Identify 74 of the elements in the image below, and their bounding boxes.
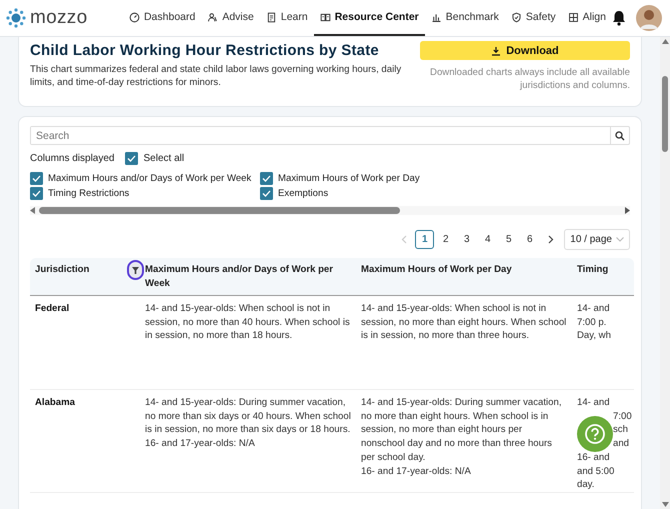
scroll-up-icon[interactable] (662, 37, 668, 46)
page-number[interactable]: 4 (478, 230, 498, 249)
logo-icon (6, 8, 26, 28)
table-cell-text: 14- and 15-year-olds: When school is not in session, no more than 40 hours. When school is in session, no more than 18 hours. (145, 302, 351, 344)
page-title: Child Labor Working Hour Restrictions by State (30, 41, 380, 60)
page-number[interactable]: 5 (499, 230, 518, 249)
page-size-select[interactable]: 10 / page (564, 229, 630, 250)
table-cell-text: 16- and 17-year-olds: N/A (145, 437, 256, 451)
column-header: Maximum Hours and/or Days of Work per Week (144, 263, 334, 291)
checkbox[interactable] (124, 152, 138, 164)
nav-tab[interactable]: Learn (260, 0, 314, 36)
table-cell-text: 14- and 15-year-olds: When school is not in session, no more than eight hours. When school is in session, no more than three hours. (361, 302, 567, 344)
scroll-left-icon[interactable] (30, 207, 36, 214)
chevron-down-icon (616, 237, 624, 242)
horizontal-scrollbar[interactable] (30, 206, 630, 215)
avatar[interactable] (636, 5, 662, 31)
bar-chart-icon (430, 12, 442, 22)
download-button[interactable]: Download (420, 41, 630, 60)
scroll-right-icon[interactable] (624, 207, 630, 214)
checkbox-label: Maximum Hours and/or Days of Work per Week (48, 172, 252, 184)
filter-icon (132, 266, 139, 274)
table-cell-text: day. (577, 478, 596, 492)
checkbox-label: Select all (144, 152, 184, 164)
nav-tab[interactable]: Advise (201, 0, 260, 36)
table-cell-text: 7:00 p. (577, 316, 608, 330)
column-header: Timing (576, 263, 610, 277)
table-cell-text: 16- and (577, 450, 611, 465)
table-cell-text: and (612, 437, 629, 451)
jurisdiction-cell: Federal (35, 303, 70, 314)
download-note: Downloaded charts always include all available jurisdictions and columns. (429, 66, 630, 92)
table-cell-text: 7:00 (612, 410, 629, 424)
gauge-icon (128, 12, 140, 22)
book-icon (320, 12, 331, 22)
page-number[interactable]: 3 (457, 230, 476, 249)
table-cell-text: 14- and (577, 396, 611, 410)
checkbox[interactable] (260, 186, 273, 200)
column-header: Jurisdiction (35, 263, 90, 277)
next-page-icon[interactable] (548, 235, 554, 244)
search-icon[interactable] (615, 130, 625, 140)
columns-label: Columns displayed (30, 152, 114, 164)
description: This chart summarizes federal and state child labor laws governing working hours, daily limits, and time-of-day restrictions for minors. (30, 63, 402, 89)
nav-tab[interactable]: Benchmark (424, 0, 505, 36)
table-cell-text: 14- and 15-year-olds: During summer vacation, no more than six days or 40 hours. When school is in session, no more than six days or 18 hours. (145, 396, 351, 438)
scroll-down-icon[interactable] (662, 500, 668, 509)
nav-tab[interactable]: Dashboard (122, 0, 202, 36)
download-icon (491, 46, 502, 56)
table-cell-text: 14- and (577, 302, 611, 316)
table-cell-text: and 5:00 (577, 464, 616, 478)
bell-icon[interactable] (612, 10, 626, 26)
shield-icon (510, 12, 522, 22)
filter-button[interactable] (127, 260, 144, 280)
table-cell-text: 16- and 17-year-olds: N/A (361, 464, 472, 478)
jurisdiction-cell: Alabama (35, 397, 75, 408)
table-cell-text: Day, wh (577, 329, 612, 344)
checkbox-label: Maximum Hours of Work per Day (278, 172, 420, 184)
page-number[interactable]: 6 (520, 230, 540, 249)
table-cell-text: 14- and 15-year-olds: During summer vacation, no more than eight hours. When school is in session, no more than eight hours per nonschool day and no more than three hours per school day. (361, 396, 562, 465)
logo-text: mozzo (30, 7, 88, 29)
page-number[interactable]: 2 (436, 230, 456, 249)
nav-tab[interactable]: Align (562, 0, 612, 36)
checkbox[interactable] (260, 172, 273, 184)
document-icon (266, 12, 277, 22)
people-icon (207, 12, 218, 22)
scrollbar-thumb[interactable] (662, 76, 668, 152)
column-header: Maximum Hours of Work per Day (360, 263, 513, 277)
page-number[interactable]: 1 (415, 230, 434, 249)
checkbox[interactable] (30, 172, 43, 184)
checkbox-label: Exemptions (278, 188, 328, 198)
checkbox[interactable] (30, 186, 43, 200)
checkbox-label: Timing Restrictions (48, 188, 130, 198)
table-cell-text: sch (612, 423, 629, 438)
help-button[interactable] (577, 416, 613, 452)
nav-tab[interactable]: Safety (504, 0, 562, 36)
grid-icon (568, 12, 579, 22)
